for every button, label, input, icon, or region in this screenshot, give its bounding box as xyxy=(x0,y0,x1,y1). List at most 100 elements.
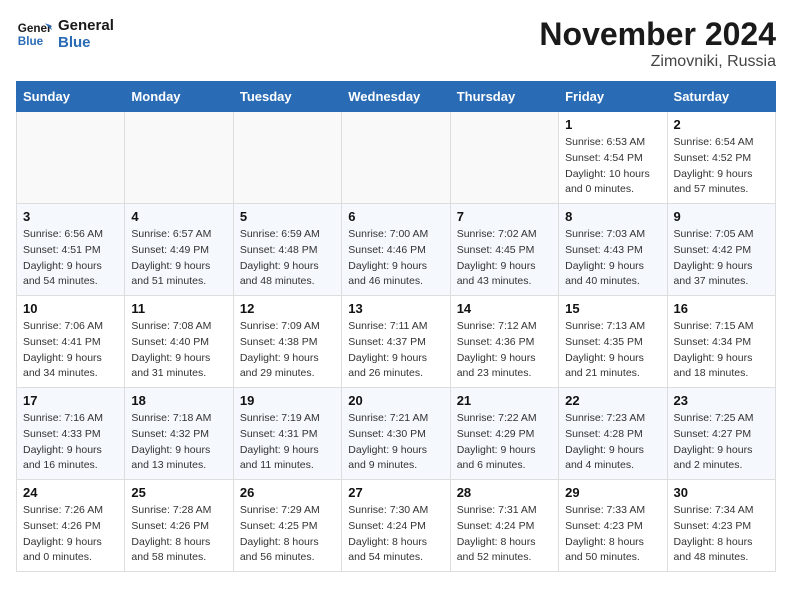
day-info: Sunrise: 7:29 AM Sunset: 4:25 PM Dayligh… xyxy=(240,503,335,566)
calendar-table: SundayMondayTuesdayWednesdayThursdayFrid… xyxy=(16,81,776,572)
calendar-cell xyxy=(233,112,341,204)
day-info: Sunrise: 7:08 AM Sunset: 4:40 PM Dayligh… xyxy=(131,319,226,382)
day-info: Sunrise: 7:12 AM Sunset: 4:36 PM Dayligh… xyxy=(457,319,552,382)
calendar-cell: 4Sunrise: 6:57 AM Sunset: 4:49 PM Daylig… xyxy=(125,204,233,296)
weekday-header-cell: Tuesday xyxy=(233,82,341,112)
title-block: November 2024 Zimovniki, Russia xyxy=(539,16,776,71)
weekday-header-cell: Monday xyxy=(125,82,233,112)
weekday-header-cell: Friday xyxy=(559,82,667,112)
day-number: 8 xyxy=(565,209,660,224)
day-number: 9 xyxy=(674,209,769,224)
day-number: 28 xyxy=(457,485,552,500)
day-info: Sunrise: 7:28 AM Sunset: 4:26 PM Dayligh… xyxy=(131,503,226,566)
day-info: Sunrise: 7:19 AM Sunset: 4:31 PM Dayligh… xyxy=(240,411,335,474)
calendar-cell: 19 Sunrise: 7:19 AM Sunset: 4:31 PM Dayli… xyxy=(233,388,341,480)
day-number: 21 xyxy=(457,393,552,408)
day-number: 17 xyxy=(23,393,118,408)
calendar-cell xyxy=(125,112,233,204)
day-info: Sunrise: 7:33 AM Sunset: 4:23 PM Dayligh… xyxy=(565,503,660,566)
header: General Blue GeneralBlue November 2024 Z… xyxy=(16,16,776,71)
calendar-cell xyxy=(17,112,125,204)
calendar-cell: 9 Sunrise: 7:05 AM Sunset: 4:42 PM Daylig… xyxy=(667,204,775,296)
calendar-cell: 26Sunrise: 7:29 AM Sunset: 4:25 PM Dayli… xyxy=(233,480,341,572)
weekday-header-cell: Sunday xyxy=(17,82,125,112)
day-number: 3 xyxy=(23,209,118,224)
day-info: Sunrise: 7:00 AM Sunset: 4:46 PM Dayligh… xyxy=(348,227,443,290)
calendar-cell: 30Sunrise: 7:34 AM Sunset: 4:23 PM Dayli… xyxy=(667,480,775,572)
day-number: 30 xyxy=(674,485,769,500)
day-info: Sunrise: 7:22 AM Sunset: 4:29 PM Dayligh… xyxy=(457,411,552,474)
day-info: Sunrise: 6:59 AM Sunset: 4:48 PM Dayligh… xyxy=(240,227,335,290)
day-info: Sunrise: 7:26 AM Sunset: 4:26 PM Dayligh… xyxy=(23,503,118,566)
calendar-cell: 17 Sunrise: 7:16 AM Sunset: 4:33 PM Dayli… xyxy=(17,388,125,480)
day-number: 15 xyxy=(565,301,660,316)
calendar-cell: 12 Sunrise: 7:09 AM Sunset: 4:38 PM Dayli… xyxy=(233,296,341,388)
day-info: Sunrise: 7:31 AM Sunset: 4:24 PM Dayligh… xyxy=(457,503,552,566)
calendar-cell: 16 Sunrise: 7:15 AM Sunset: 4:34 PM Dayli… xyxy=(667,296,775,388)
logo-text: GeneralBlue xyxy=(58,17,114,52)
day-info: Sunrise: 7:15 AM Sunset: 4:34 PM Dayligh… xyxy=(674,319,769,382)
day-number: 14 xyxy=(457,301,552,316)
svg-text:Blue: Blue xyxy=(18,35,44,48)
day-info: Sunrise: 7:18 AM Sunset: 4:32 PM Dayligh… xyxy=(131,411,226,474)
calendar-cell: 27 Sunrise: 7:30 AM Sunset: 4:24 PM Dayli… xyxy=(342,480,450,572)
day-info: Sunrise: 6:54 AM Sunset: 4:52 PM Dayligh… xyxy=(674,135,769,198)
day-number: 16 xyxy=(674,301,769,316)
day-number: 12 xyxy=(240,301,335,316)
day-number: 1 xyxy=(565,117,660,132)
day-info: Sunrise: 6:56 AM Sunset: 4:51 PM Dayligh… xyxy=(23,227,118,290)
day-number: 18 xyxy=(131,393,226,408)
calendar-cell: 3 Sunrise: 6:56 AM Sunset: 4:51 PM Daylig… xyxy=(17,204,125,296)
calendar-cell: 20 Sunrise: 7:21 AM Sunset: 4:30 PM Dayli… xyxy=(342,388,450,480)
calendar-cell: 6 Sunrise: 7:00 AM Sunset: 4:46 PM Daylig… xyxy=(342,204,450,296)
day-info: Sunrise: 7:09 AM Sunset: 4:38 PM Dayligh… xyxy=(240,319,335,382)
day-info: Sunrise: 7:13 AM Sunset: 4:35 PM Dayligh… xyxy=(565,319,660,382)
calendar-cell: 11 Sunrise: 7:08 AM Sunset: 4:40 PM Dayli… xyxy=(125,296,233,388)
calendar-cell xyxy=(450,112,558,204)
calendar-cell: 29 Sunrise: 7:33 AM Sunset: 4:23 PM Dayli… xyxy=(559,480,667,572)
day-number: 5 xyxy=(240,209,335,224)
day-info: Sunrise: 7:03 AM Sunset: 4:43 PM Dayligh… xyxy=(565,227,660,290)
day-info: Sunrise: 7:30 AM Sunset: 4:24 PM Dayligh… xyxy=(348,503,443,566)
day-info: Sunrise: 7:16 AM Sunset: 4:33 PM Dayligh… xyxy=(23,411,118,474)
day-info: Sunrise: 7:06 AM Sunset: 4:41 PM Dayligh… xyxy=(23,319,118,382)
weekday-header-cell: Thursday xyxy=(450,82,558,112)
location-title: Zimovniki, Russia xyxy=(539,53,776,71)
calendar-week-row: 1 Sunrise: 6:53 AM Sunset: 4:54 PM Daylig… xyxy=(17,112,776,204)
day-info: Sunrise: 7:05 AM Sunset: 4:42 PM Dayligh… xyxy=(674,227,769,290)
calendar-week-row: 24 Sunrise: 7:26 AM Sunset: 4:26 PM Dayli… xyxy=(17,480,776,572)
calendar-cell: 14 Sunrise: 7:12 AM Sunset: 4:36 PM Dayli… xyxy=(450,296,558,388)
weekday-header-cell: Wednesday xyxy=(342,82,450,112)
day-info: Sunrise: 6:53 AM Sunset: 4:54 PM Dayligh… xyxy=(565,135,660,198)
calendar-cell: 10Sunrise: 7:06 AM Sunset: 4:41 PM Dayli… xyxy=(17,296,125,388)
calendar-cell xyxy=(342,112,450,204)
day-number: 4 xyxy=(131,209,226,224)
day-info: Sunrise: 7:21 AM Sunset: 4:30 PM Dayligh… xyxy=(348,411,443,474)
calendar-cell: 13 Sunrise: 7:11 AM Sunset: 4:37 PM Dayli… xyxy=(342,296,450,388)
day-info: Sunrise: 7:02 AM Sunset: 4:45 PM Dayligh… xyxy=(457,227,552,290)
day-number: 29 xyxy=(565,485,660,500)
day-number: 6 xyxy=(348,209,443,224)
day-number: 2 xyxy=(674,117,769,132)
weekday-header-cell: Saturday xyxy=(667,82,775,112)
calendar-cell: 24 Sunrise: 7:26 AM Sunset: 4:26 PM Dayli… xyxy=(17,480,125,572)
day-number: 11 xyxy=(131,301,226,316)
calendar-cell: 8 Sunrise: 7:03 AM Sunset: 4:43 PM Daylig… xyxy=(559,204,667,296)
calendar-cell: 5 Sunrise: 6:59 AM Sunset: 4:48 PM Daylig… xyxy=(233,204,341,296)
calendar-body: 1 Sunrise: 6:53 AM Sunset: 4:54 PM Daylig… xyxy=(17,112,776,572)
day-number: 24 xyxy=(23,485,118,500)
calendar-cell: 25Sunrise: 7:28 AM Sunset: 4:26 PM Dayli… xyxy=(125,480,233,572)
calendar-week-row: 10Sunrise: 7:06 AM Sunset: 4:41 PM Dayli… xyxy=(17,296,776,388)
day-number: 20 xyxy=(348,393,443,408)
day-number: 19 xyxy=(240,393,335,408)
day-number: 13 xyxy=(348,301,443,316)
day-number: 22 xyxy=(565,393,660,408)
calendar-cell: 28 Sunrise: 7:31 AM Sunset: 4:24 PM Dayli… xyxy=(450,480,558,572)
day-number: 27 xyxy=(348,485,443,500)
day-info: Sunrise: 7:11 AM Sunset: 4:37 PM Dayligh… xyxy=(348,319,443,382)
calendar-cell: 15 Sunrise: 7:13 AM Sunset: 4:35 PM Dayli… xyxy=(559,296,667,388)
calendar-week-row: 17 Sunrise: 7:16 AM Sunset: 4:33 PM Dayli… xyxy=(17,388,776,480)
day-number: 7 xyxy=(457,209,552,224)
calendar-cell: 7 Sunrise: 7:02 AM Sunset: 4:45 PM Daylig… xyxy=(450,204,558,296)
month-title: November 2024 xyxy=(539,16,776,53)
